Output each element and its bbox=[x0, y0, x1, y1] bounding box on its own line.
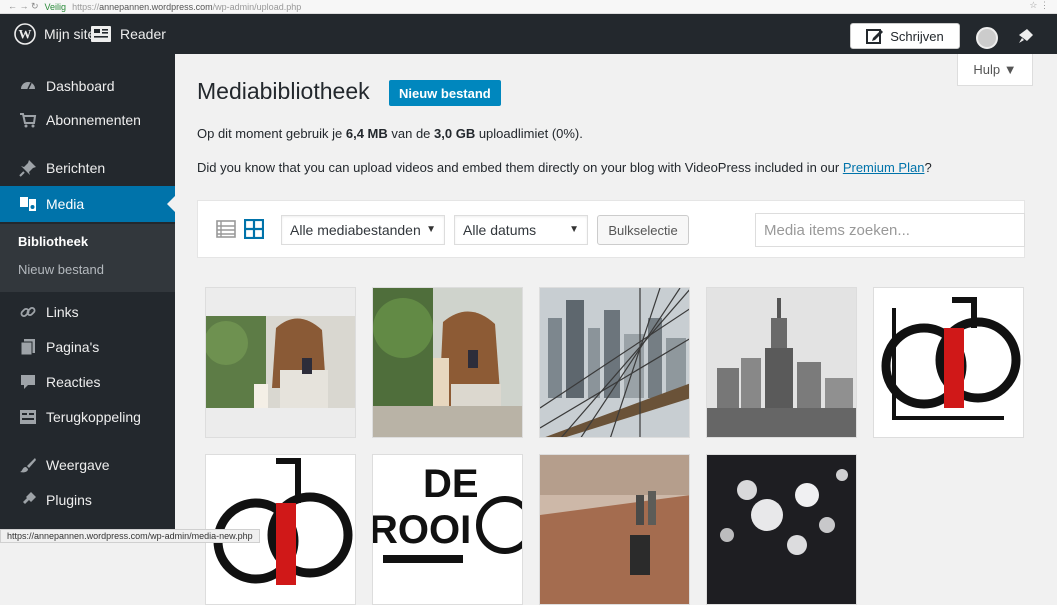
sidebar-item-plugins[interactable]: Plugins bbox=[0, 482, 175, 518]
status-bar-url: https://annepannen.wordpress.com/wp-admi… bbox=[0, 529, 260, 543]
sidebar-item-appearance[interactable]: Weergave bbox=[0, 447, 175, 483]
sidebar-item-comments[interactable]: Reacties bbox=[0, 364, 175, 400]
sidebar-item-links[interactable]: Links bbox=[0, 294, 175, 330]
grid-view-icon[interactable] bbox=[244, 219, 264, 239]
videopress-notice: Did you know that you can upload videos … bbox=[197, 160, 932, 175]
write-button[interactable]: Schrijven bbox=[850, 23, 960, 49]
sidebar-item-label: Dashboard bbox=[46, 78, 115, 94]
feedback-icon bbox=[18, 407, 38, 427]
sidebar-item-label: Pagina's bbox=[46, 339, 100, 355]
logo-cp-1[interactable] bbox=[873, 287, 1024, 438]
reader-icon bbox=[91, 26, 111, 42]
my-site-button[interactable]: W Mijn site bbox=[14, 14, 95, 54]
secure-label: Veilig bbox=[44, 1, 67, 12]
svg-text:DE: DE bbox=[423, 462, 479, 506]
sidebar-item-feedback[interactable]: Terugkoppeling bbox=[0, 399, 175, 435]
svg-text:ROOI: ROOI bbox=[373, 508, 471, 552]
submenu-item-add-new[interactable]: Nieuw bestand bbox=[18, 262, 104, 277]
avatar[interactable] bbox=[976, 27, 998, 49]
sidebar-item-subscriptions[interactable]: Abonnementen bbox=[0, 102, 175, 138]
cart-icon bbox=[18, 110, 38, 130]
photo-city-bridge[interactable] bbox=[539, 287, 690, 438]
dashboard-icon bbox=[18, 76, 38, 96]
plugin-icon bbox=[18, 490, 38, 510]
date-filter[interactable]: Alle datums ▼ bbox=[454, 215, 588, 245]
wordpress-logo-icon: W bbox=[14, 23, 36, 45]
reader-label: Reader bbox=[120, 26, 166, 42]
photo-woman-phone-2[interactable] bbox=[372, 287, 523, 438]
photo-empire-state[interactable] bbox=[706, 287, 857, 438]
media-type-filter-value: Alle mediabestanden bbox=[290, 222, 421, 238]
media-icon bbox=[18, 194, 38, 214]
reader-button[interactable]: Reader bbox=[90, 14, 166, 54]
admin-sidebar: Dashboard Abonnementen Berichten Media B… bbox=[0, 54, 175, 543]
help-tab[interactable]: Hulp ▼ bbox=[957, 54, 1033, 86]
pin-icon bbox=[18, 158, 38, 178]
pencil-icon bbox=[866, 29, 884, 44]
address-url[interactable]: https://annepannen.wordpress.com/wp-admi… bbox=[72, 2, 301, 12]
media-toolbar: Alle mediabestanden ▼ Alle datums ▼ Bulk… bbox=[197, 200, 1025, 258]
media-search-input[interactable]: Media items zoeken... bbox=[755, 213, 1025, 247]
media-submenu: Bibliotheek Nieuw bestand bbox=[0, 224, 175, 292]
sidebar-item-label: Reacties bbox=[46, 374, 101, 390]
admin-bar: W Mijn site Reader Schrijven bbox=[0, 14, 1057, 54]
submenu-item-library[interactable]: Bibliotheek bbox=[18, 234, 88, 249]
photo-table-bottles[interactable] bbox=[539, 454, 690, 605]
sidebar-item-dashboard[interactable]: Dashboard bbox=[0, 68, 175, 104]
sidebar-item-label: Media bbox=[46, 196, 85, 212]
page-icon bbox=[18, 337, 38, 357]
sidebar-item-label: Terugkoppeling bbox=[46, 409, 141, 425]
sidebar-item-media[interactable]: Media bbox=[0, 186, 175, 222]
logo-de-rooi[interactable]: DE ROOI bbox=[372, 454, 523, 605]
photo-woman-phone-1[interactable] bbox=[205, 287, 356, 438]
appearance-icon bbox=[18, 455, 38, 475]
premium-plan-link[interactable]: Premium Plan bbox=[843, 160, 925, 175]
bulk-select-button[interactable]: Bulkselectie bbox=[597, 215, 689, 245]
photo-lights[interactable] bbox=[706, 454, 857, 605]
svg-text:W: W bbox=[19, 27, 32, 42]
page-title: Mediabibliotheek bbox=[197, 78, 370, 104]
notifications-icon[interactable] bbox=[1016, 26, 1036, 46]
nav-arrows-icon[interactable]: ← → ↻ bbox=[8, 1, 39, 12]
browser-actions-icon[interactable]: ☆ ⋮ bbox=[1029, 0, 1049, 11]
write-label: Schrijven bbox=[890, 28, 944, 44]
storage-usage-text: Op dit moment gebruik je 6,4 MB van de 3… bbox=[197, 126, 583, 141]
browser-address-bar: ← → ↻ Veilig https://annepannen.wordpres… bbox=[0, 0, 1057, 14]
list-view-icon[interactable] bbox=[216, 219, 236, 239]
link-icon bbox=[18, 302, 38, 322]
comment-icon bbox=[18, 372, 38, 392]
sidebar-item-posts[interactable]: Berichten bbox=[0, 150, 175, 186]
add-new-button[interactable]: Nieuw bestand bbox=[389, 80, 501, 106]
media-type-filter[interactable]: Alle mediabestanden ▼ bbox=[281, 215, 445, 245]
sidebar-item-pages[interactable]: Pagina's bbox=[0, 329, 175, 365]
sidebar-item-label: Berichten bbox=[46, 160, 106, 176]
date-filter-value: Alle datums bbox=[463, 222, 537, 238]
chevron-down-icon: ▼ bbox=[569, 224, 579, 235]
sidebar-item-label: Abonnementen bbox=[46, 112, 141, 128]
sidebar-item-label: Weergave bbox=[46, 457, 110, 473]
my-site-label: Mijn site bbox=[44, 26, 96, 42]
sidebar-item-label: Links bbox=[46, 304, 79, 320]
main-content: Hulp ▼ Mediabibliotheek Nieuw bestand Op… bbox=[175, 54, 1057, 605]
chevron-down-icon: ▼ bbox=[426, 224, 436, 235]
sidebar-item-label: Plugins bbox=[46, 492, 92, 508]
